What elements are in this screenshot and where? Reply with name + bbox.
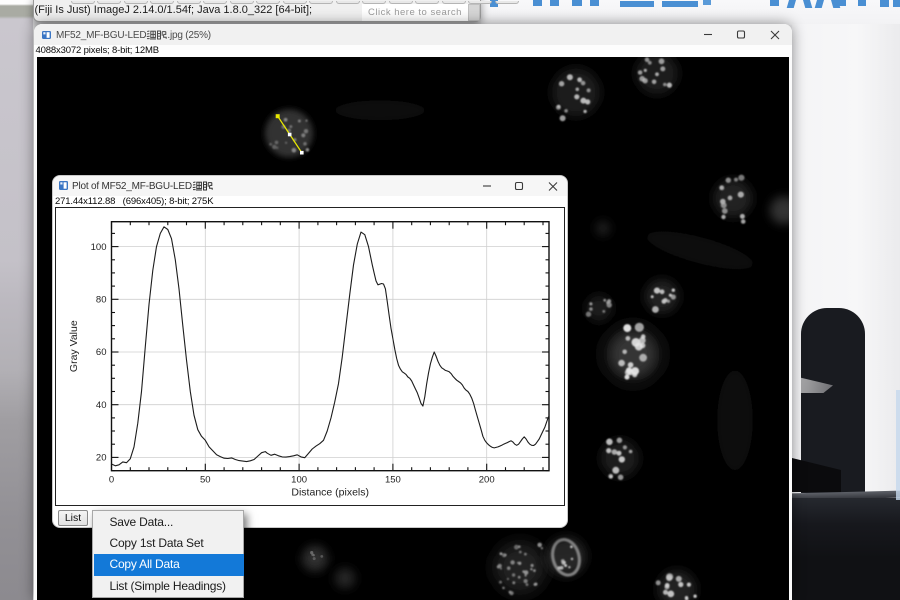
svg-text:50: 50	[200, 474, 211, 485]
svg-text:Distance (pixels): Distance (pixels)	[291, 486, 369, 498]
svg-text:40: 40	[95, 400, 106, 411]
svg-text:20: 20	[95, 452, 106, 463]
svg-text:150: 150	[384, 474, 400, 485]
svg-text:60: 60	[95, 347, 106, 358]
svg-text:100: 100	[90, 242, 106, 253]
svg-text:Gray Value: Gray Value	[68, 320, 80, 372]
svg-text:80: 80	[95, 294, 106, 305]
svg-text:0: 0	[108, 474, 113, 485]
svg-text:200: 200	[478, 474, 494, 485]
svg-text:100: 100	[291, 474, 307, 485]
